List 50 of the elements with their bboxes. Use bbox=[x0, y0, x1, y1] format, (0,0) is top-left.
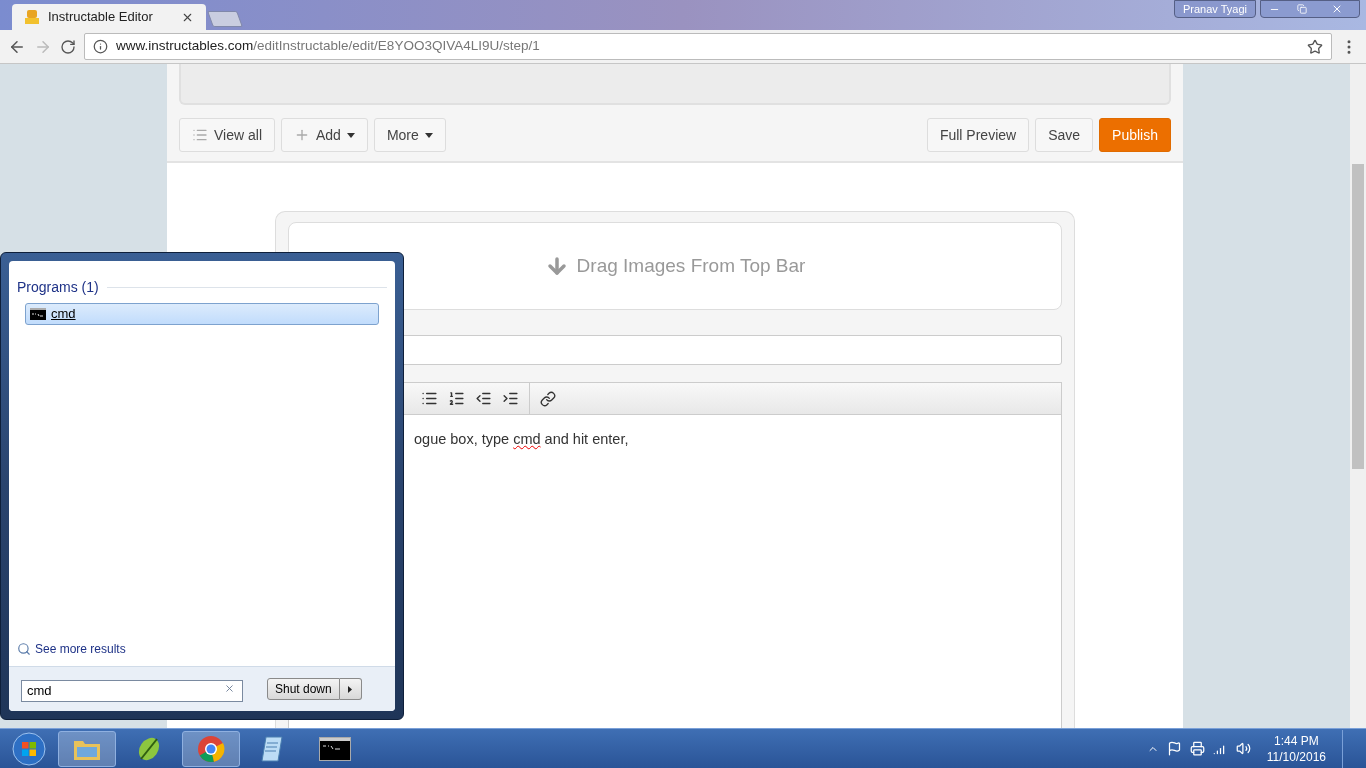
flag-icon[interactable] bbox=[1166, 741, 1182, 756]
restore-icon bbox=[1296, 4, 1307, 14]
search-icon bbox=[17, 642, 31, 656]
chrome-icon bbox=[197, 734, 225, 763]
shut-down-options-button[interactable] bbox=[339, 678, 362, 700]
clear-icon[interactable] bbox=[224, 683, 235, 694]
drop-zone-label: Drag Images From Top Bar bbox=[576, 253, 806, 278]
indent-icon[interactable] bbox=[502, 390, 519, 407]
clock-date: 11/10/2016 bbox=[1266, 748, 1326, 765]
clock[interactable]: 1:44 PM 11/10/2016 bbox=[1258, 732, 1334, 765]
scrollbar-thumb[interactable] bbox=[1352, 164, 1364, 469]
numbered-list-icon[interactable] bbox=[448, 390, 465, 407]
console-icon bbox=[30, 308, 46, 320]
list-icon bbox=[192, 127, 208, 143]
step-text: ogue box, type cmd and hit enter, bbox=[414, 430, 630, 449]
windows-orb-icon bbox=[12, 731, 46, 766]
scrollbar[interactable] bbox=[1350, 64, 1366, 728]
robot-icon bbox=[24, 9, 40, 25]
printer-icon[interactable] bbox=[1189, 741, 1205, 756]
info-icon bbox=[93, 39, 108, 54]
link-icon[interactable] bbox=[540, 390, 556, 407]
clock-time: 1:44 PM bbox=[1274, 732, 1319, 749]
close-icon bbox=[1331, 3, 1343, 15]
url-text: www.instructables.com/editInstructable/edit/E8YOO3QIVA4LI9U/step/1 bbox=[116, 37, 541, 56]
notepad-icon bbox=[260, 734, 286, 763]
step-text-area[interactable]: ogue box, type cmd and hit enter, bbox=[404, 415, 1062, 728]
caret-icon bbox=[424, 132, 433, 138]
result-label: cmd bbox=[51, 305, 76, 324]
right-triangle-icon bbox=[348, 685, 353, 693]
browser-tab[interactable]: Instructable Editor bbox=[12, 4, 206, 30]
caret-icon bbox=[346, 132, 355, 138]
toolbar-button[interactable]: More bbox=[373, 118, 446, 152]
bulleted-list-icon[interactable] bbox=[421, 390, 438, 407]
shut-down-button[interactable]: Shut down bbox=[267, 678, 340, 700]
address-bar[interactable]: www.instructables.com/editInstructable/edit/E8YOO3QIVA4LI9U/step/1 bbox=[84, 33, 1332, 60]
toolbar-button[interactable]: Save bbox=[1035, 118, 1094, 152]
bookmark-star-icon[interactable] bbox=[1307, 38, 1323, 55]
section-heading: Programs (1) bbox=[17, 278, 99, 297]
plus-icon bbox=[294, 127, 310, 143]
reload-icon[interactable] bbox=[60, 38, 76, 55]
search-field[interactable]: cmd bbox=[21, 679, 243, 702]
tab-title: Instructable Editor bbox=[48, 8, 154, 27]
see-more-results-link[interactable]: See more results bbox=[35, 640, 126, 658]
search-result[interactable]: cmd bbox=[25, 303, 379, 325]
toolbar-button[interactable]: View all bbox=[179, 118, 275, 152]
toolbar-button[interactable]: Add bbox=[281, 118, 368, 152]
volume-icon[interactable] bbox=[1235, 741, 1251, 756]
outdent-icon[interactable] bbox=[475, 390, 492, 407]
toolbar-button[interactable]: Full Preview bbox=[926, 118, 1030, 152]
console-icon bbox=[319, 736, 351, 761]
